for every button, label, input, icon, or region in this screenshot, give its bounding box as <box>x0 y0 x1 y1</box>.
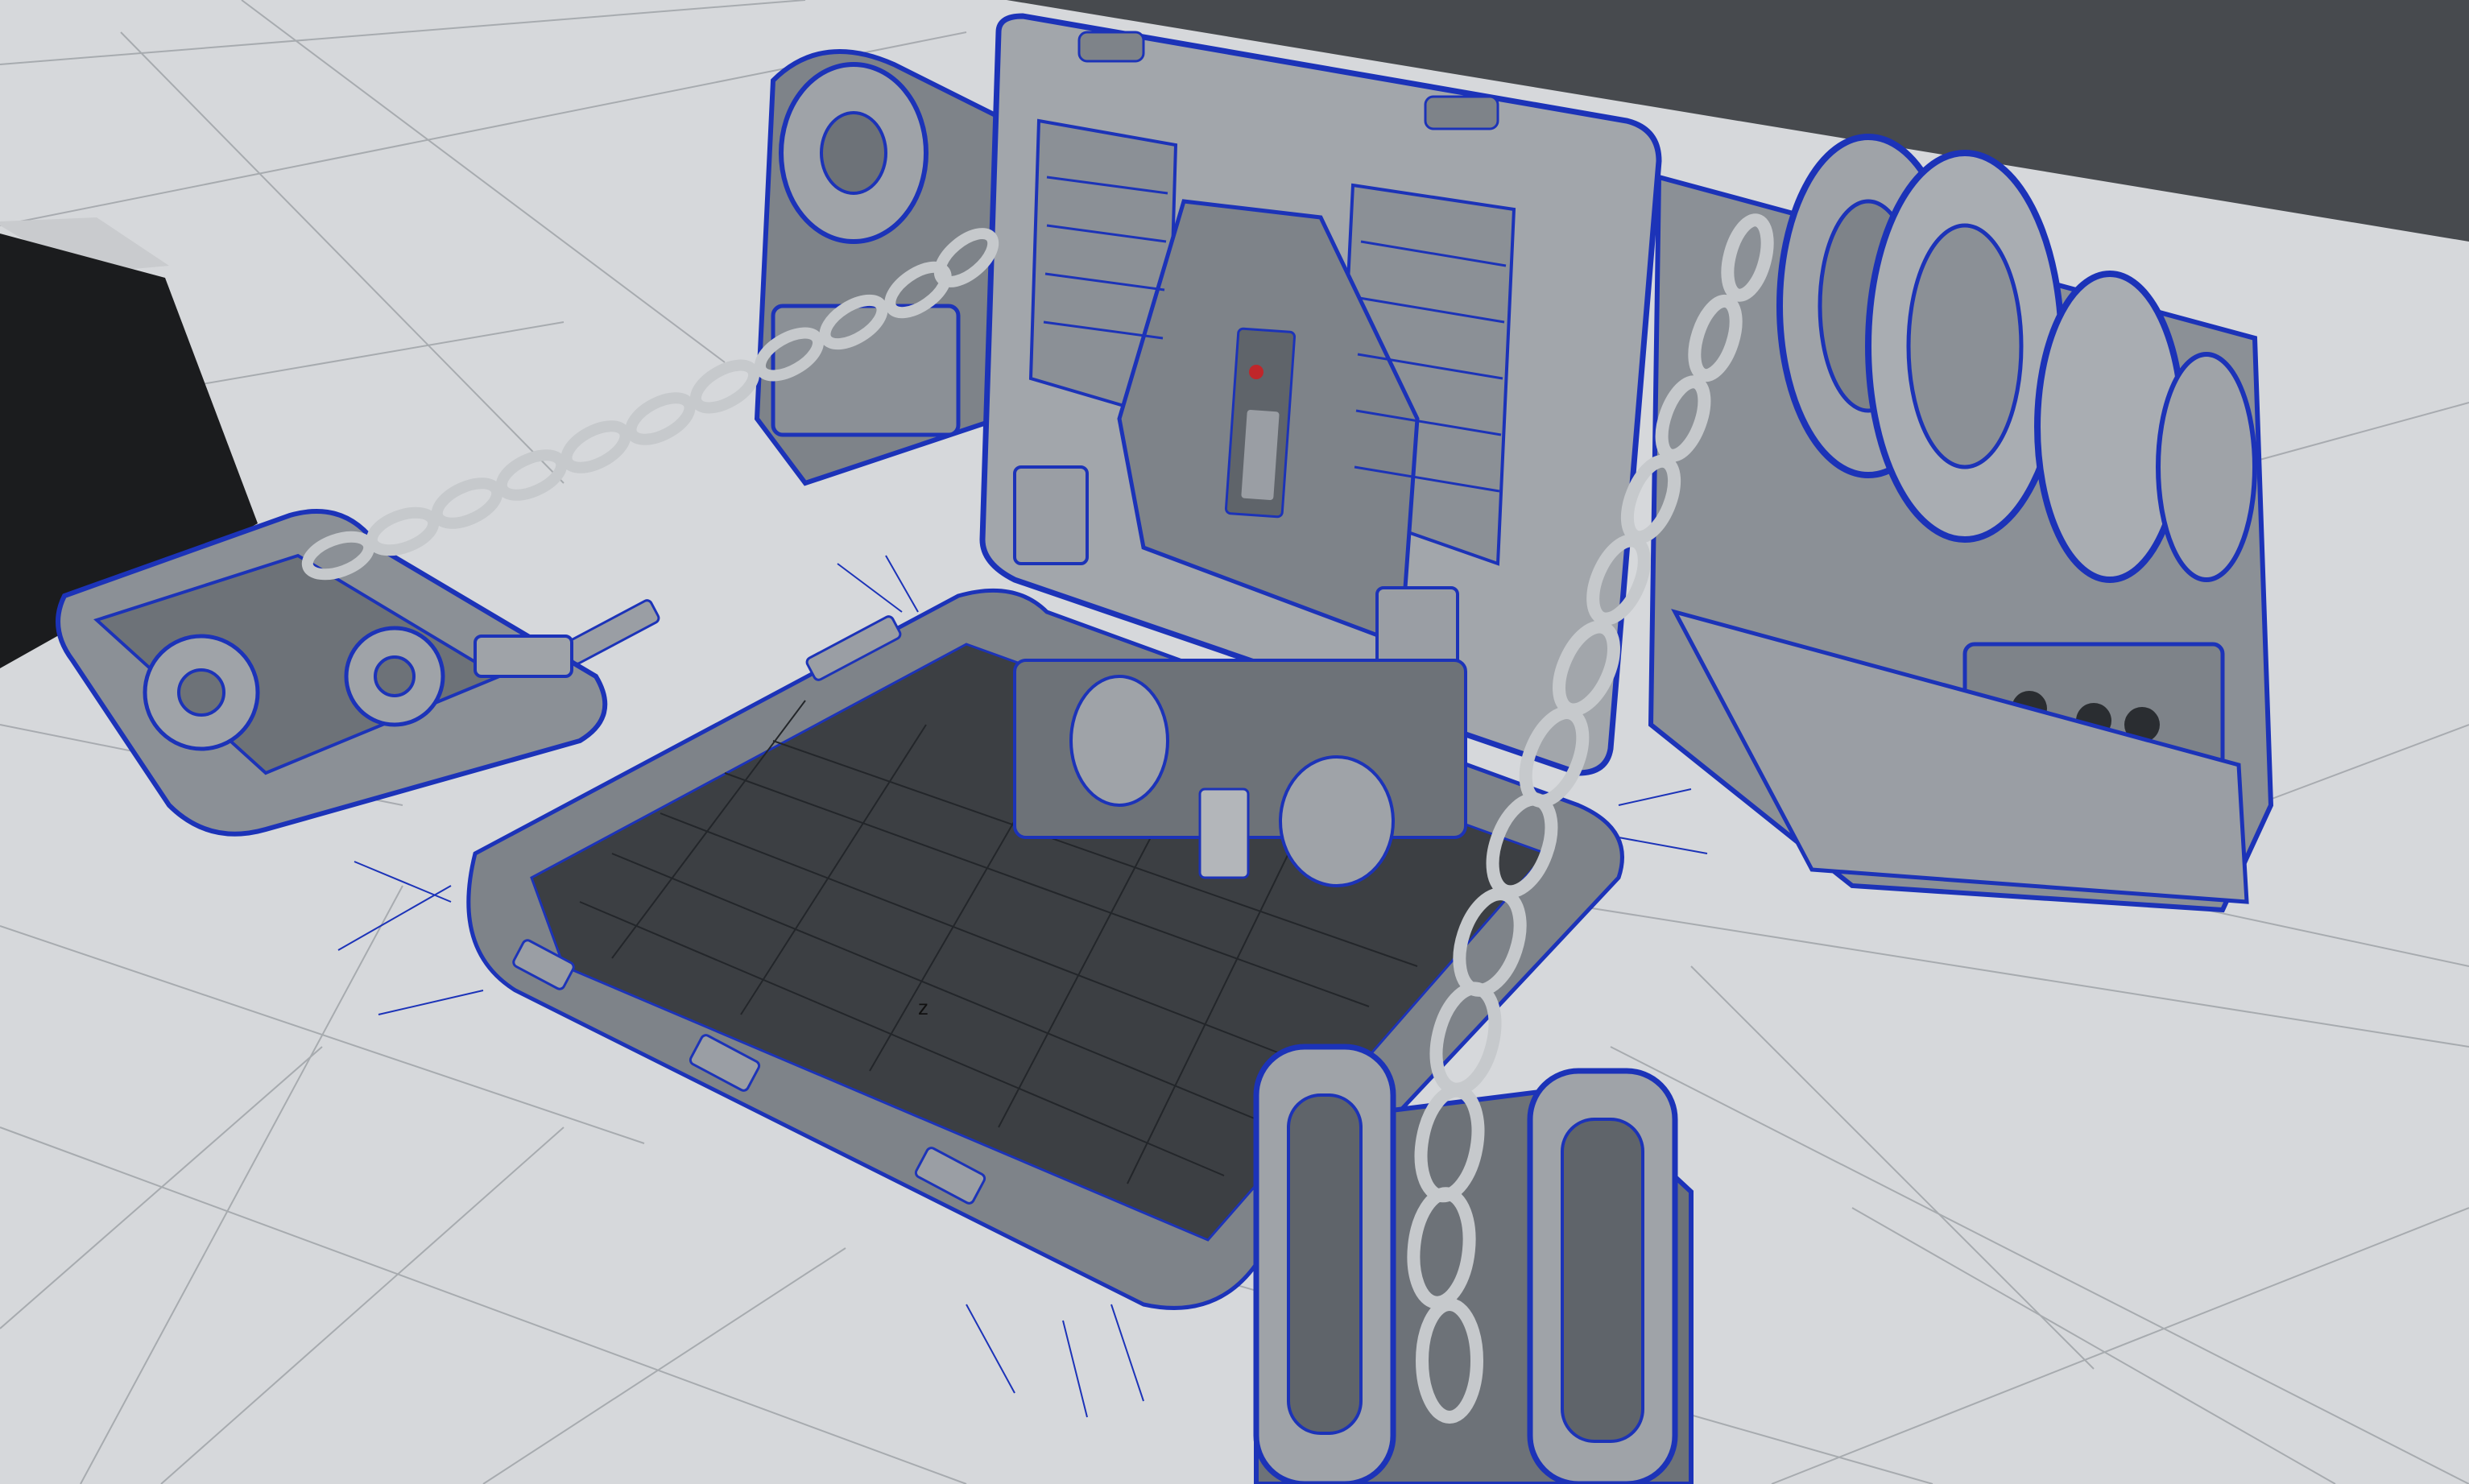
right-windlass[interactable] <box>1648 134 2274 913</box>
left-winch[interactable] <box>754 49 1010 486</box>
axis-label-z: z <box>918 995 928 1019</box>
indicator-light <box>1249 365 1263 379</box>
viewport-canvas[interactable]: z <box>0 0 2469 1484</box>
3d-viewport[interactable]: z <box>0 0 2469 1484</box>
